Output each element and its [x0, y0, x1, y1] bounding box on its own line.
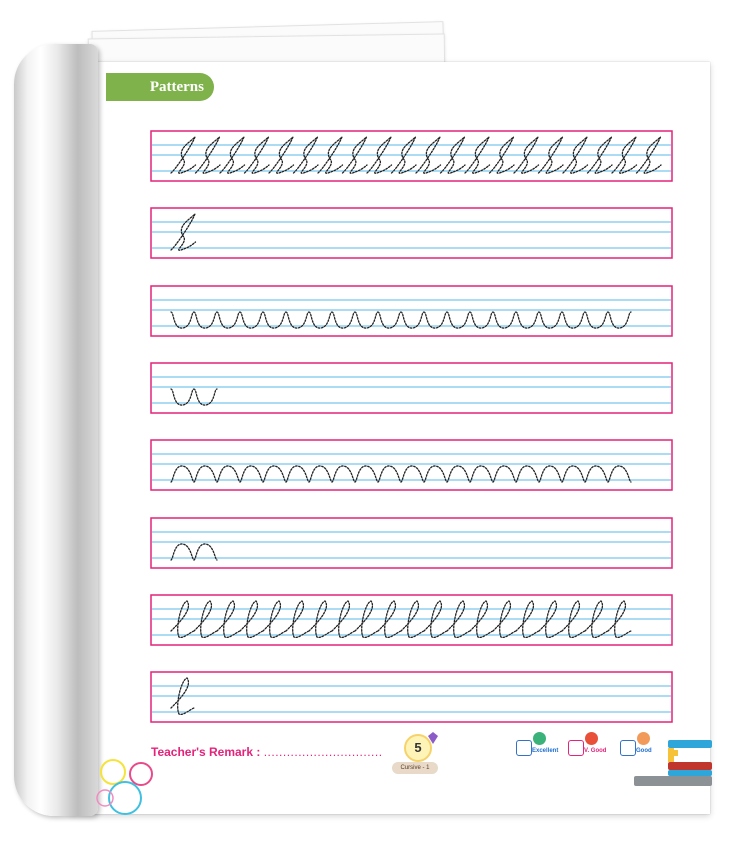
books-icon — [634, 740, 712, 786]
smiley-icon — [585, 732, 598, 745]
rating-checkbox[interactable] — [568, 740, 584, 756]
remark-line[interactable]: ............................... — [264, 745, 383, 759]
writing-row-frame — [150, 207, 673, 259]
writing-row-frame — [150, 362, 673, 414]
tracing-rows-canvas — [150, 130, 673, 723]
remark-label: Teacher's Remark : — [151, 745, 261, 759]
writing-row-frame — [150, 517, 673, 569]
gem-icon — [428, 732, 438, 744]
writing-row-frame — [150, 130, 673, 182]
smiley-icon — [533, 732, 546, 745]
book-label: Cursive - 1 — [392, 762, 438, 774]
page-badge: 5 Cursive - 1 — [392, 728, 444, 776]
writing-row-frame — [150, 671, 673, 723]
teacher-remark: Teacher's Remark : .....................… — [151, 745, 383, 759]
decorative-circles — [96, 759, 153, 815]
rating-label: V. Good — [584, 748, 607, 754]
rating-label: Excellent — [532, 748, 559, 754]
rating-checkbox[interactable] — [516, 740, 532, 756]
writing-row-frame — [150, 439, 673, 491]
